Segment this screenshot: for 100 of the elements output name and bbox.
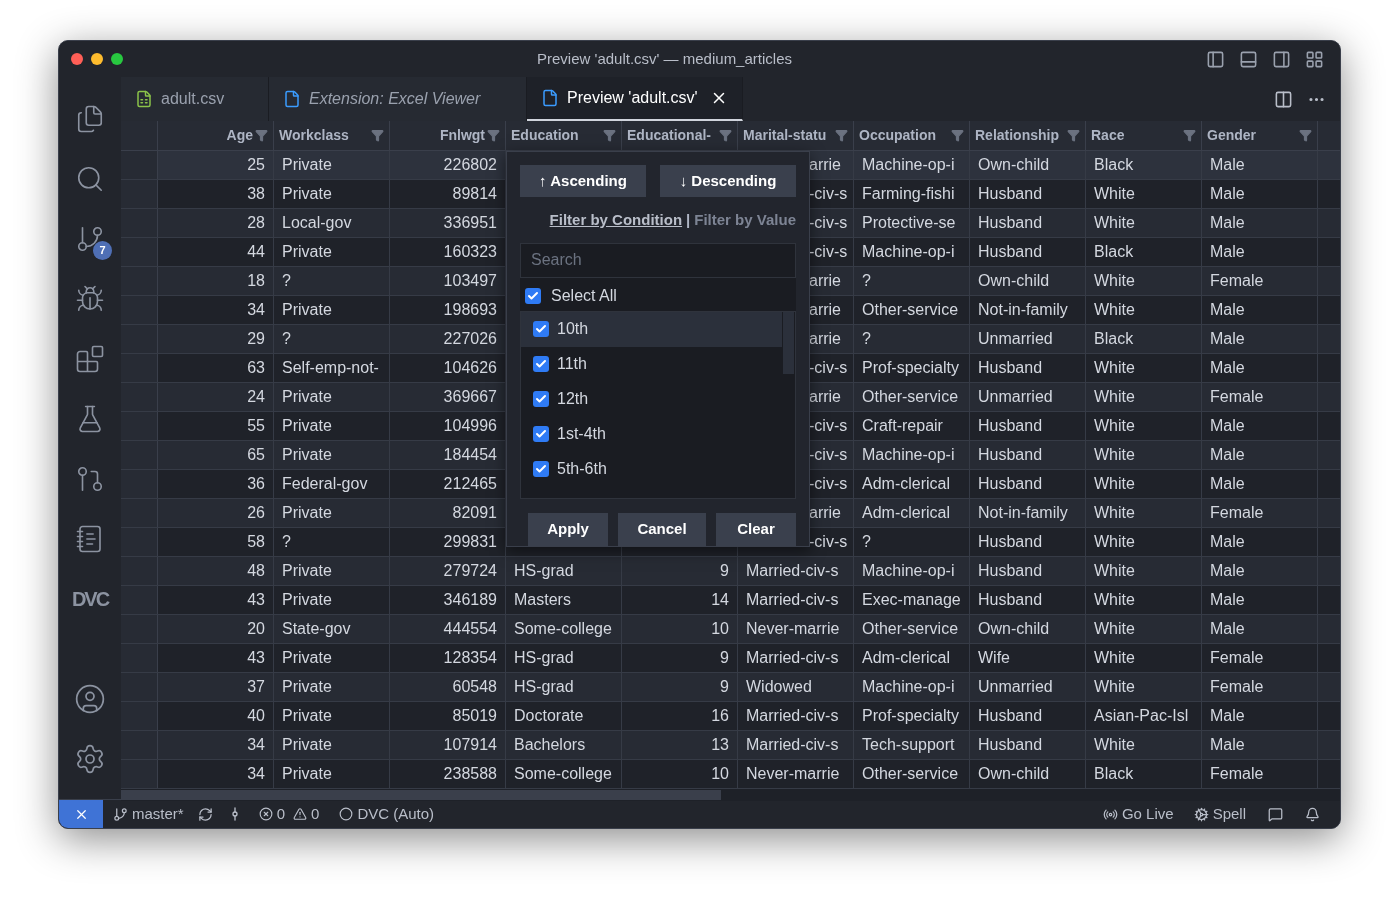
table-cell-text: 34 [247,764,265,784]
table-cell-text: Not-in-family [978,503,1068,523]
table-cell-text: Masters [514,590,571,610]
table-cell-text: 40 [247,706,265,726]
table-cell-text: 103497 [443,271,497,291]
table-cell-text: 9 [720,648,729,668]
table-cell-text: 58 [247,532,265,552]
table-cell-text: Private [282,242,332,262]
table-cell-text: Black [1094,329,1134,349]
table-cell-text: 107914 [443,735,497,755]
table-cell-text: arrie [809,329,841,349]
table-cell-text: 34 [247,735,265,755]
table-cell-text: Female [1210,764,1264,784]
table-cell-text: Female [1210,677,1264,697]
table-cell-text: 63 [247,358,265,378]
table-cell-text: Married-civ-s [746,706,839,726]
table-cell-text: Widowed [746,677,812,697]
table-cell-text: White [1094,532,1135,552]
table-cell-text: White [1094,561,1135,581]
table-cell-text: Machine-op-i [862,561,955,581]
table-cell-text: Private [282,503,332,523]
table-cell-text: Male [1210,532,1245,552]
table-cell-text: White [1094,677,1135,697]
table-cell-text: White [1094,416,1135,436]
table-cell-text: 18 [247,271,265,291]
table-cell-text: Other-service [862,300,959,320]
table-cell-text: Craft-repair [862,416,943,436]
table-cell-text: Private [282,590,332,610]
table-cell-text: arrie [809,387,841,407]
table-cell-text: 16 [711,706,729,726]
table-cell-text: Male [1210,590,1245,610]
table-cell-text: Male [1210,155,1245,175]
table-cell-text: 104996 [443,416,497,436]
table-cell-text: White [1094,590,1135,610]
table-cell-text: Private [282,184,332,204]
table-cell-text: White [1094,184,1135,204]
table-cell-text: 227026 [443,329,497,349]
table-cell-text: Female [1210,271,1264,291]
table-cell-text: Tech-support [862,735,955,755]
table-cell-text: 60548 [452,677,497,697]
table-cell-text: 279724 [443,561,497,581]
table-cell-text: Adm-clerical [862,503,950,523]
table-cell-text: 13 [711,735,729,755]
table-cell-text: arrie [809,155,841,175]
table-cell-text: Private [282,416,332,436]
table-cell-text: ? [282,329,291,349]
table-cell-text: Female [1210,648,1264,668]
notification-badge: 7 [93,241,112,260]
table-cell-text: 10 [711,764,729,784]
table-cell-text: Farming-fishi [862,184,955,204]
table-cell-text: Private [282,561,332,581]
table-cell-text: Prof-specialty [862,706,959,726]
table-cell-text: Machine-op-i [862,445,955,465]
table-cell-text: 128354 [443,648,497,668]
table-cell-text: Male [1210,329,1245,349]
table-cell-text: White [1094,213,1135,233]
table-cell-text: 238588 [443,764,497,784]
table-cell-text: 43 [247,590,265,610]
table-cell-text: 10 [711,619,729,639]
table-cell-text: Male [1210,416,1245,436]
table-cell-text: Some-college [514,764,612,784]
table-cell-text: -civ-s [809,416,848,436]
table-cell-text: 299831 [443,532,497,552]
table-cell-text: 226802 [443,155,497,175]
table-cell-text: Adm-clerical [862,474,950,494]
table-cell-text: Private [282,648,332,668]
table-cell-text: 85019 [452,706,497,726]
table-cell-text: 48 [247,561,265,581]
table-cell-text: 212465 [443,474,497,494]
table-cell-text: Machine-op-i [862,677,955,697]
table-cell-text: Husband [978,735,1043,755]
table-cell-text: White [1094,503,1135,523]
table-cell-text: Unmarried [978,329,1053,349]
table-cell-text: Unmarried [978,677,1053,697]
table-cell-text: 43 [247,648,265,668]
table-cell-text: Black [1094,764,1134,784]
table-cell-text: ? [862,532,871,552]
table-cell-text: -civ-s [809,532,848,552]
table-cell-text: Own-child [978,271,1050,291]
table-cell-text: -civ-s [809,474,848,494]
table-cell-text: White [1094,619,1135,639]
table-cell-text: Wife [978,648,1010,668]
table-cell-text: Male [1210,184,1245,204]
table-cell-text: Own-child [978,155,1050,175]
table-cell-text: Never-marrie [746,619,840,639]
table-cell-text: Husband [978,358,1043,378]
table-cell-text: Husband [978,416,1043,436]
table-cell-text: 104626 [443,358,497,378]
window-title: Preview 'adult.csv' — medium_articles [537,48,792,69]
table-cell-text: Husband [978,242,1043,262]
table-cell-text: HS-grad [514,648,574,668]
table-cell-text: Married-civ-s [746,590,839,610]
table-cell-text: White [1094,300,1135,320]
table-cell-text: Adm-clerical [862,648,950,668]
table-cell-text: Not-in-family [978,300,1068,320]
table-cell-text: arrie [809,503,841,523]
table-cell-text: White [1094,271,1135,291]
table-cell-text: Other-service [862,387,959,407]
table-cell-text: Husband [978,445,1043,465]
table-cell-text: -civ-s [809,445,848,465]
